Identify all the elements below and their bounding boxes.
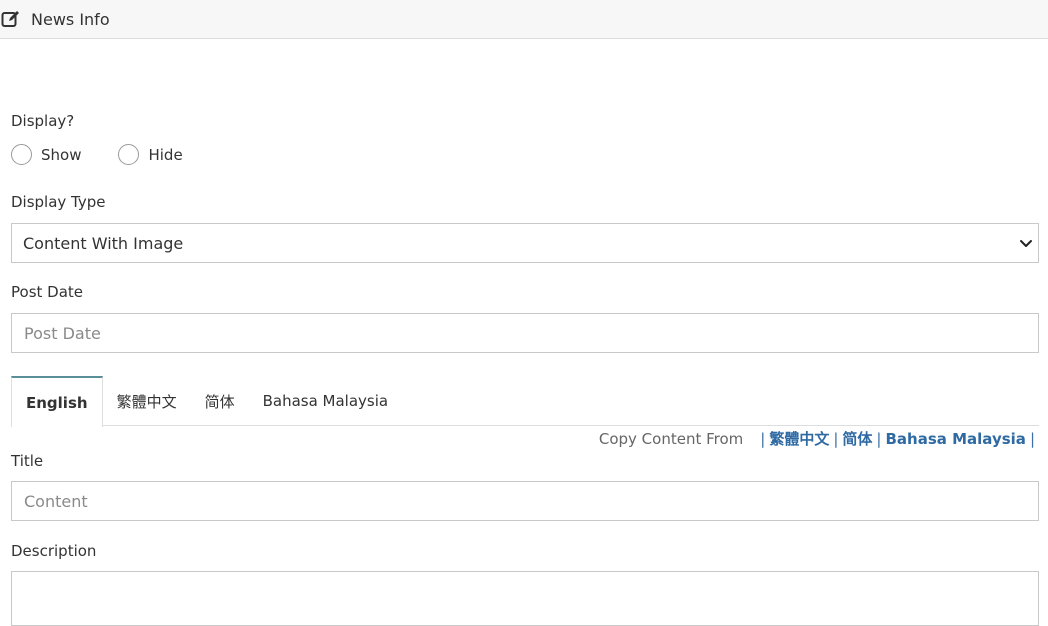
- tab-english[interactable]: English: [11, 376, 103, 427]
- radio-hide[interactable]: Hide: [118, 144, 183, 165]
- post-date-input[interactable]: Post Date: [11, 313, 1039, 353]
- radio-hide-label: Hide: [148, 145, 183, 164]
- copy-from-traditional-chinese-link[interactable]: 繁體中文: [769, 428, 829, 449]
- display-type-select[interactable]: Content With Image: [11, 223, 1039, 263]
- title-label: Title: [11, 452, 44, 470]
- display-type-label: Display Type: [11, 193, 106, 211]
- language-tabs: English 繁體中文 简体 Bahasa Malaysia: [11, 376, 1039, 427]
- divider: |: [760, 429, 766, 448]
- radio-hide-circle[interactable]: [118, 144, 140, 165]
- chevron-down-icon: [1018, 235, 1034, 251]
- radio-show[interactable]: Show: [11, 144, 81, 165]
- display-radio-group: Show Hide: [11, 144, 220, 165]
- panel-header: News Info: [0, 0, 1048, 39]
- edit-icon: [1, 8, 23, 30]
- title-placeholder: Content: [24, 491, 88, 511]
- display-label: Display?: [11, 112, 75, 130]
- copy-from-simplified-chinese-link[interactable]: 简体: [842, 428, 872, 449]
- post-date-placeholder: Post Date: [24, 323, 101, 343]
- divider: |: [876, 429, 882, 448]
- tab-simplified-chinese[interactable]: 简体: [191, 376, 249, 426]
- copy-content-bar: Copy Content From | 繁體中文 | 简体 | Bahasa M…: [599, 428, 1039, 449]
- copy-from-bahasa-malaysia-link[interactable]: Bahasa Malaysia: [885, 430, 1025, 448]
- copy-content-label: Copy Content From: [598, 429, 744, 448]
- radio-show-circle[interactable]: [11, 144, 32, 165]
- tab-bahasa-malaysia[interactable]: Bahasa Malaysia: [249, 376, 403, 426]
- description-label: Description: [11, 542, 97, 560]
- tab-traditional-chinese[interactable]: 繁體中文: [103, 376, 191, 426]
- divider: |: [833, 429, 839, 448]
- description-textarea[interactable]: [11, 571, 1039, 626]
- divider: |: [1029, 429, 1035, 448]
- panel-title: News Info: [31, 9, 110, 29]
- post-date-label: Post Date: [11, 283, 84, 301]
- radio-show-label: Show: [41, 145, 82, 164]
- display-type-value: Content With Image: [23, 233, 184, 253]
- title-input[interactable]: Content: [11, 481, 1039, 521]
